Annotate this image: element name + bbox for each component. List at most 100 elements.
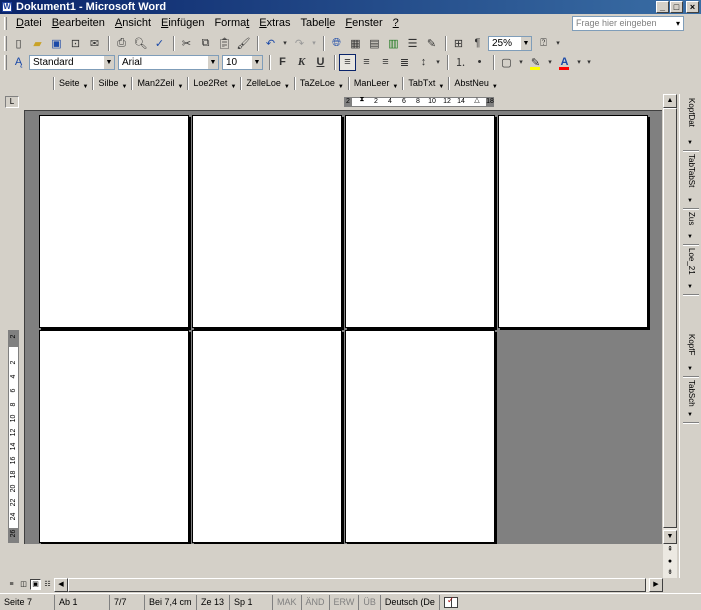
macro-loe2ret-button[interactable]: Loe2Ret ▼ — [187, 76, 240, 91]
style-dropdown-icon[interactable]: ▼ — [104, 55, 114, 69]
open-folder-icon[interactable]: ▰ — [29, 35, 46, 52]
justify-icon[interactable]: ≣ — [396, 54, 413, 71]
minimize-button[interactable]: _ — [656, 1, 669, 13]
help-dropdown-arrow-icon[interactable]: ▾ — [673, 17, 683, 30]
format-painter-icon[interactable]: 🖌︎ — [235, 35, 252, 52]
border-icon[interactable]: ▢ — [498, 54, 515, 71]
document-area[interactable] — [24, 110, 662, 544]
highlight-icon[interactable]: ✎ — [527, 54, 544, 71]
scroll-up-icon[interactable]: ▲ — [663, 94, 677, 108]
menu-fenster[interactable]: Fenster — [340, 16, 387, 31]
macro-man2zeil-button[interactable]: Man2Zeil ▼ — [131, 76, 187, 91]
page-5[interactable] — [39, 330, 189, 543]
border-dropdown-icon[interactable]: ▾ — [517, 54, 525, 71]
spelling-status-icon[interactable] — [443, 595, 458, 608]
menu-extras[interactable]: Extras — [254, 16, 295, 31]
status-macro-record[interactable]: MAK — [273, 594, 302, 610]
redo-dropdown-icon[interactable]: ▾ — [310, 35, 318, 52]
zoom-dropdown-icon[interactable]: ▼ — [521, 36, 531, 50]
bullets-icon[interactable]: • — [471, 54, 488, 71]
style-combo[interactable]: Standard ▼ — [29, 54, 115, 70]
scroll-thumb[interactable] — [663, 108, 677, 528]
horizontal-ruler[interactable]: 2 2 4 6 8 10 12 14 18 ⧗ △ — [24, 96, 662, 108]
font-dropdown-icon[interactable]: ▼ — [208, 55, 218, 69]
help-question-input[interactable]: Frage hier eingeben — [572, 16, 684, 31]
print-preview-icon[interactable]: 🔍︎ — [132, 35, 149, 52]
page-4[interactable] — [498, 115, 648, 328]
macro-kopfdat-button[interactable]: KopfDat ▼ — [683, 98, 699, 152]
line-spacing-dropdown-icon[interactable]: ▾ — [434, 54, 442, 71]
document-map-icon[interactable]: ⊞ — [450, 35, 467, 52]
page-3[interactable] — [345, 115, 495, 328]
right-indent-icon[interactable]: △ — [473, 96, 481, 108]
bold-button[interactable]: F — [274, 54, 291, 71]
word-app-icon[interactable]: W — [2, 2, 12, 12]
redo-icon[interactable]: ↷ — [291, 35, 308, 52]
macro-seite-button[interactable]: Seite ▼ — [52, 76, 92, 91]
align-center-icon[interactable]: ≡ — [358, 54, 375, 71]
close-button[interactable]: × — [686, 1, 699, 13]
cut-icon[interactable]: ✂ — [178, 35, 195, 52]
numbering-icon[interactable]: ⒈ — [452, 54, 469, 71]
macro-loe21-button[interactable]: Loe_21 ▼ — [683, 248, 699, 296]
vertical-scrollbar[interactable]: ▲ ▼ ⇞ ● ⇟ — [663, 94, 677, 578]
macro-abstneu-button[interactable]: AbstNeu ▼ — [448, 76, 501, 91]
show-formatting-icon[interactable]: ¶ — [469, 35, 486, 52]
macro-manleer-button[interactable]: ManLeer ▼ — [347, 76, 402, 91]
italic-button[interactable]: K — [293, 54, 310, 71]
status-extend[interactable]: ERW — [330, 594, 360, 610]
copy-icon[interactable]: ⧉ — [197, 35, 214, 52]
toolbar-options-icon[interactable]: ▾ — [585, 54, 593, 71]
undo-dropdown-icon[interactable]: ▾ — [281, 35, 289, 52]
menu-datei[interactable]: Datei — [11, 16, 47, 31]
macro-zus-button[interactable]: Zus ▼ — [683, 212, 699, 246]
font-combo[interactable]: Arial ▼ — [118, 54, 219, 70]
toolbar-grip[interactable] — [4, 54, 7, 70]
menu-format[interactable]: Format — [209, 16, 254, 31]
menu-ansicht[interactable]: Ansicht — [110, 16, 156, 31]
print-icon[interactable]: ⎙ — [113, 35, 130, 52]
first-line-indent-icon[interactable]: ⧗ — [358, 96, 366, 108]
macro-kopff-button[interactable]: KopfF ▼ — [683, 334, 699, 378]
columns-icon[interactable]: ☰ — [404, 35, 421, 52]
page-1[interactable] — [39, 115, 189, 328]
styles-formatting-icon[interactable]: Ą — [10, 54, 27, 71]
vertical-ruler[interactable]: 2 2 4 6 8 10 12 14 16 18 20 22 24 26 — [8, 330, 19, 543]
macro-zelleloe-button[interactable]: ZelleLoe ▼ — [240, 76, 293, 91]
paste-icon[interactable]: 📋︎ — [216, 35, 233, 52]
macro-tabtabst-button[interactable]: TabTabSt ▼ — [683, 154, 699, 210]
toolbar-options-icon[interactable]: ▾ — [554, 35, 562, 52]
font-color-icon[interactable]: A — [556, 54, 573, 71]
menu-bearbeiten[interactable]: Bearbeiten — [47, 16, 110, 31]
align-right-icon[interactable]: ≡ — [377, 54, 394, 71]
align-left-icon[interactable]: ≡ — [339, 53, 356, 71]
macro-tabtxt-button[interactable]: TabTxt ▼ — [402, 76, 448, 91]
insert-excel-icon[interactable]: ▥ — [385, 35, 402, 52]
scroll-left-icon[interactable]: ◀ — [54, 578, 68, 592]
menu-grip[interactable] — [4, 17, 7, 30]
status-language[interactable]: Deutsch (De — [381, 594, 440, 610]
spelling-icon[interactable]: ✓ — [151, 35, 168, 52]
status-page[interactable]: Seite 7 — [0, 594, 55, 610]
menu-tabelle[interactable]: Tabelle — [295, 16, 340, 31]
scroll-down-icon[interactable]: ▼ — [663, 530, 677, 544]
menu-einfuegen[interactable]: Einfügen — [156, 16, 209, 31]
undo-icon[interactable]: ↶ — [262, 35, 279, 52]
macro-tazeloe-button[interactable]: TaZeLoe ▼ — [293, 76, 348, 91]
zoom-combo[interactable]: 25% ▼ — [488, 35, 532, 51]
tab-selector[interactable]: L — [5, 96, 19, 108]
page-7[interactable] — [345, 330, 495, 543]
menu-help[interactable]: ? — [388, 16, 404, 31]
horizontal-scroll-thumb[interactable] — [68, 578, 646, 592]
toolbar-grip[interactable] — [4, 35, 7, 51]
help-icon[interactable]: ⍰ — [535, 35, 552, 52]
drawing-icon[interactable]: ✎ — [423, 35, 440, 52]
outline-view-icon[interactable]: ☷ — [42, 579, 53, 590]
underline-button[interactable]: U — [312, 54, 329, 71]
maximize-button[interactable]: □ — [670, 1, 683, 13]
page-6[interactable] — [192, 330, 342, 543]
font-size-dropdown-icon[interactable]: ▼ — [252, 55, 262, 69]
horizontal-scrollbar[interactable]: ◀ ▶ — [54, 578, 663, 592]
scroll-right-icon[interactable]: ▶ — [649, 578, 663, 592]
macro-tabsch-button[interactable]: TabSch ▼ — [683, 380, 699, 424]
